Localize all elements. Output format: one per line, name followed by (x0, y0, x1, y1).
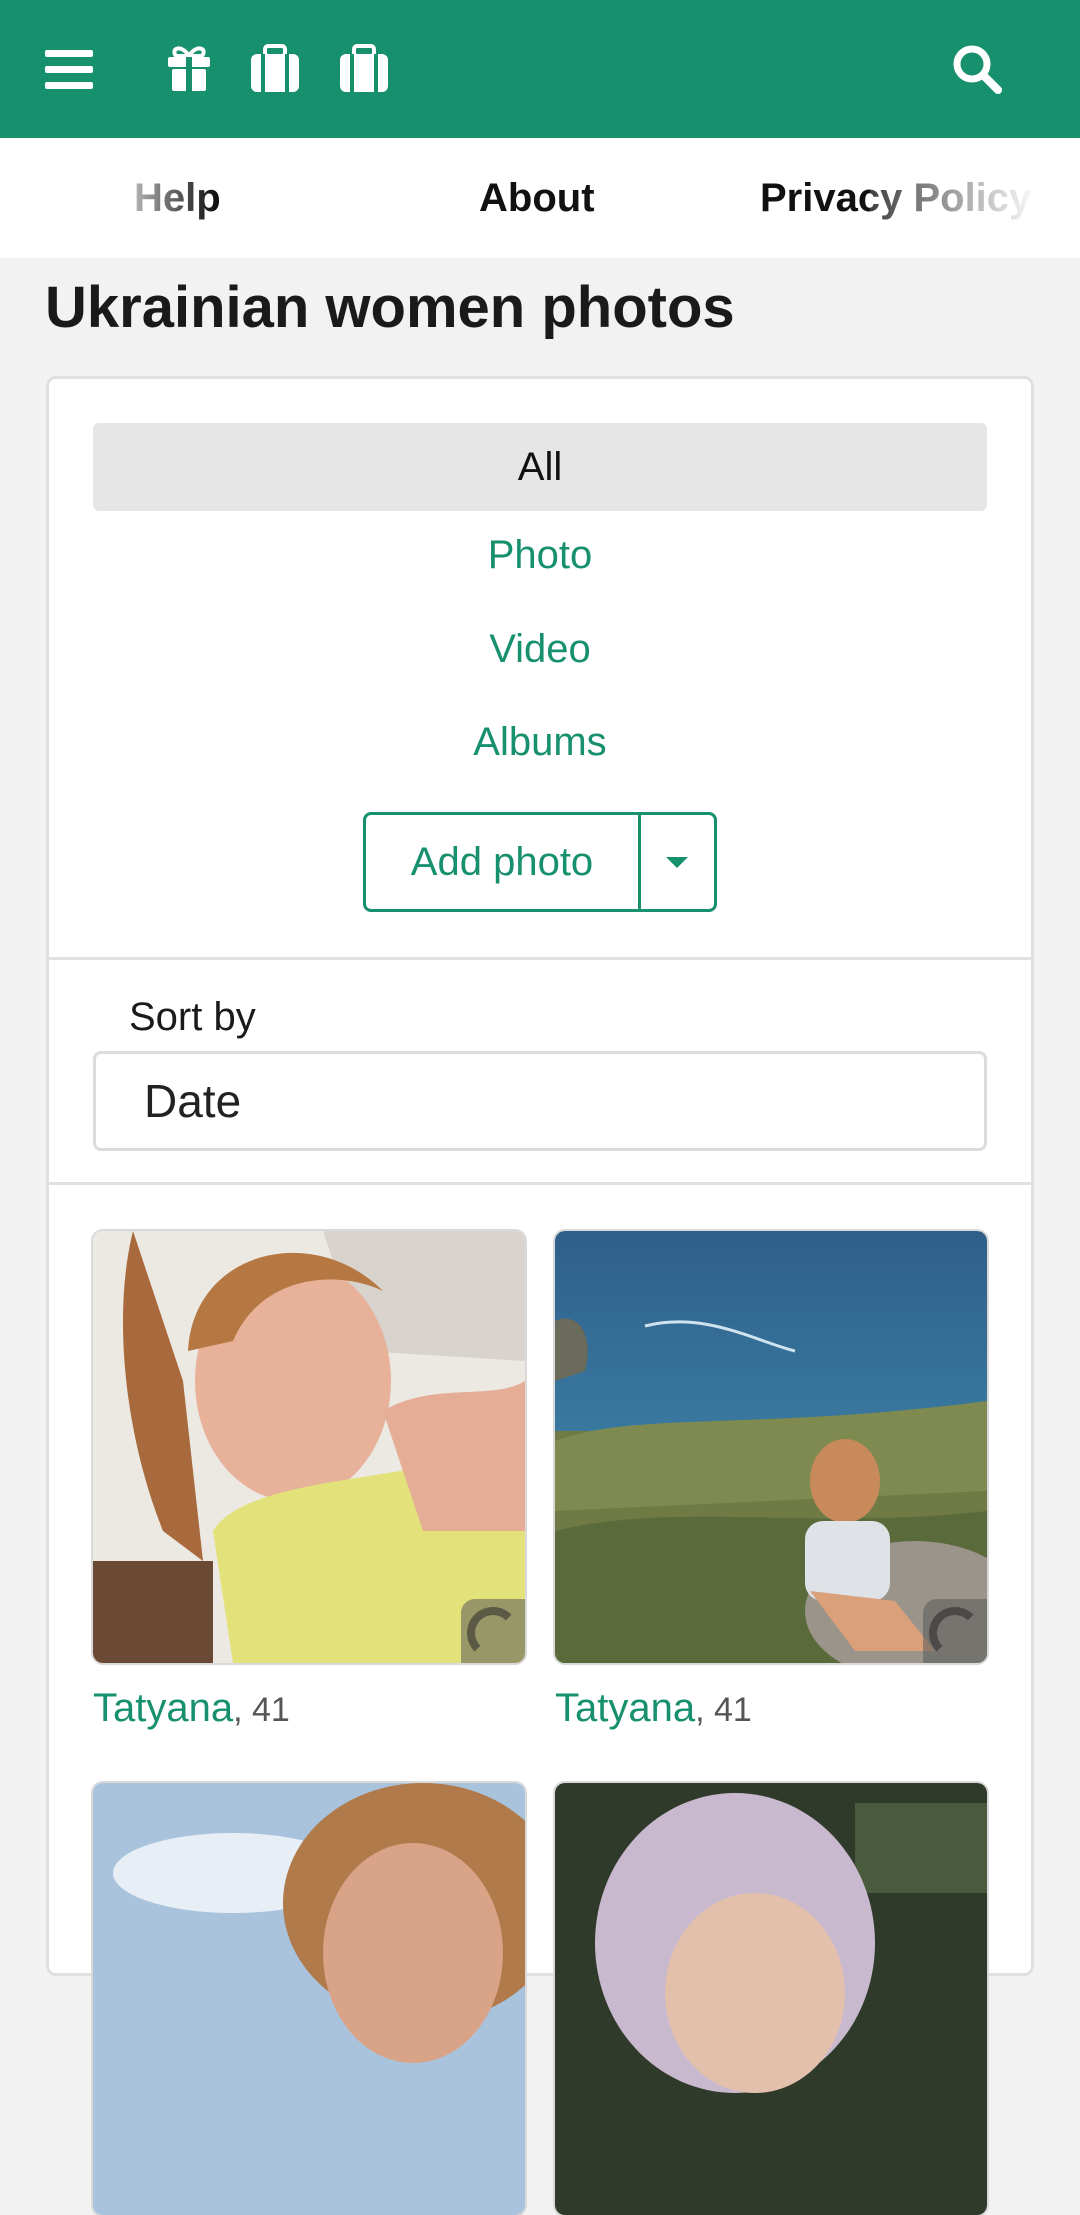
photo-thumbnail[interactable] (93, 1231, 525, 1663)
dropdown-caret-icon[interactable] (641, 815, 714, 909)
page-title: Ukrainian women photos (45, 275, 735, 340)
top-app-bar (0, 0, 1080, 138)
menu-icon[interactable] (42, 42, 96, 96)
photo-thumbnail[interactable] (93, 1783, 525, 2215)
briefcase-icon[interactable] (337, 42, 391, 96)
profile-name-link[interactable]: Tatyana (93, 1686, 233, 1730)
add-photo-button-group: Add photo (363, 812, 717, 912)
profile-name-link[interactable]: Tatyana (555, 1686, 695, 1730)
filter-albums[interactable]: Albums (93, 699, 987, 785)
nav-link-help[interactable]: Help (134, 138, 221, 258)
filter-all[interactable]: All (93, 423, 987, 511)
media-badge-icon (461, 1599, 525, 1663)
sort-by-label: Sort by (129, 995, 256, 1039)
photos-panel: All Photo Video Albums Add photo Sort by… (46, 376, 1034, 2215)
briefcase-icon[interactable] (248, 42, 302, 96)
media-badge-icon (923, 1599, 987, 1663)
filter-video[interactable]: Video (93, 606, 987, 692)
filter-photo[interactable]: Photo (93, 512, 987, 598)
divider (49, 1182, 1031, 1185)
photo-caption: Tatyana, 41 (555, 1683, 752, 1735)
add-photo-button[interactable]: Add photo (366, 815, 641, 909)
search-icon[interactable] (950, 42, 1004, 96)
photo-thumbnail[interactable] (555, 1231, 987, 1663)
nav-link-privacy-policy[interactable]: Privacy Policy (760, 138, 1031, 258)
sort-by-select[interactable]: Date (93, 1051, 987, 1151)
profile-age: , 41 (233, 1691, 290, 1729)
gift-icon[interactable] (162, 42, 216, 96)
nav-link-about[interactable]: About (479, 138, 595, 258)
photo-caption: Tatyana, 41 (93, 1683, 290, 1735)
profile-age: , 41 (695, 1691, 752, 1729)
divider (49, 957, 1031, 960)
photo-thumbnail[interactable] (555, 1783, 987, 2215)
secondary-nav: Help About Privacy Policy (0, 138, 1080, 258)
